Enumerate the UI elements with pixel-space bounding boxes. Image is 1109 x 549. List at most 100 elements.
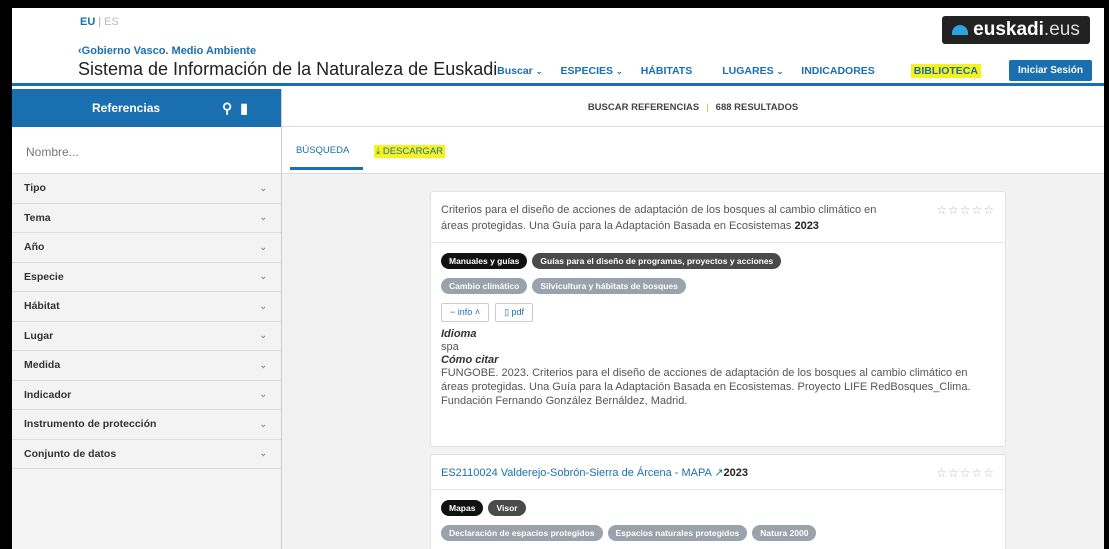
- logo-text: euskadi: [973, 19, 1044, 40]
- chevron-down-icon: ⌄: [259, 271, 267, 282]
- tag-chip[interactable]: Manuales y guías: [441, 253, 528, 269]
- pdf-button-label: pdf: [511, 307, 525, 317]
- external-link-icon[interactable]: ↗: [714, 467, 723, 479]
- filter-item[interactable]: Indicador ⌄: [12, 381, 281, 410]
- tag-chip[interactable]: Visor: [488, 500, 526, 516]
- minus-icon: −: [450, 307, 456, 317]
- chevron-down-icon: ⌄: [259, 389, 267, 400]
- result-card: ES2110024 Valderejo-Sobrón-Sierra de Árc…: [430, 454, 1006, 549]
- tag-chip[interactable]: Cambio climático: [441, 278, 528, 294]
- chevron-down-icon: ⌄: [259, 359, 267, 370]
- filter-item[interactable]: Hábitat ⌄: [12, 292, 281, 322]
- tag-chip[interactable]: Declaración de espacios protegidos: [441, 525, 603, 541]
- site-title[interactable]: Sistema de Información de la Naturaleza …: [78, 59, 497, 80]
- chevron-down-icon: ⌄: [259, 182, 267, 193]
- chip-row: Manuales y guías Guías para el diseño de…: [441, 253, 995, 272]
- chip-row: Declaración de espacios protegidos Espac…: [441, 525, 995, 544]
- euskadi-logo[interactable]: euskadi .eus: [942, 16, 1090, 44]
- card-title[interactable]: ES2110024 Valderejo-Sobrón-Sierra de Árc…: [441, 467, 711, 479]
- rating-stars[interactable]: ☆☆☆☆☆: [936, 465, 995, 481]
- filter-label: Conjunto de datos: [24, 447, 117, 460]
- browser-frame: EU | ES ‹Gobierno Vasco. Medio Ambiente Si…: [12, 8, 1104, 549]
- card-year: 2023: [723, 467, 749, 479]
- lang-eu-link[interactable]: EU: [80, 16, 95, 28]
- site-header: EU | ES ‹Gobierno Vasco. Medio Ambiente Si…: [12, 8, 1104, 86]
- sidebar-header: Referencias ⚲▮: [12, 89, 281, 127]
- card-actions: − info ˄ ▯ pdf: [441, 303, 995, 322]
- search-icon[interactable]: ⚲: [222, 100, 240, 116]
- tab-descargar-label: DESCARGAR: [382, 146, 444, 157]
- filter-label: Año: [24, 241, 45, 254]
- chevron-down-icon: ⌄: [259, 448, 267, 459]
- filter-label: Hábitat: [24, 300, 60, 313]
- chevron-down-icon: ⌄: [259, 330, 267, 341]
- tab-busqueda[interactable]: BÚSQUEDA: [290, 145, 364, 170]
- nav-buscar-label: Buscar: [497, 64, 533, 77]
- filter-item[interactable]: Tipo ⌄: [12, 174, 281, 204]
- logo-suffix: .eus: [1043, 19, 1080, 40]
- citar-label: Cómo citar: [441, 354, 499, 366]
- nav-buscar[interactable]: Buscar ⌄: [497, 65, 542, 77]
- results-count: 688 RESULTADOS: [715, 102, 799, 113]
- filter-label: Instrumento de protección: [24, 418, 157, 431]
- trash-icon[interactable]: ▮: [240, 100, 256, 116]
- filter-item[interactable]: Lugar ⌄: [12, 322, 281, 351]
- file-icon: ▯: [504, 307, 510, 317]
- card-body: Manuales y guías Guías para el diseño de…: [431, 243, 1005, 418]
- filter-list: Tipo ⌄ Tema ⌄ Año ⌄ Especie ⌄ Hábitat ⌄ Lugar ⌄ Medi…: [12, 174, 281, 469]
- tag-chip[interactable]: Natura 2000: [752, 525, 817, 541]
- sidebar-empty-space: [12, 469, 281, 549]
- filter-item[interactable]: Año ⌄: [12, 233, 281, 263]
- chevron-down-icon: ⌄: [259, 212, 267, 223]
- sidebar-search: [12, 127, 281, 174]
- login-button[interactable]: Iniciar Sesión: [1008, 60, 1092, 81]
- info-button[interactable]: − info ˄: [441, 303, 490, 322]
- tab-descargar[interactable]: ⤓ DESCARGAR: [374, 145, 446, 158]
- chevron-down-icon: ⌄: [535, 66, 543, 76]
- name-search-input[interactable]: [26, 145, 267, 159]
- nav-especies[interactable]: ESPECIES ⌄: [560, 65, 622, 77]
- chip-row: Cambio climático Silvicultura y hábitats…: [441, 278, 995, 297]
- logo-icon: [952, 25, 969, 35]
- lang-es-link[interactable]: ES: [104, 16, 119, 28]
- result-card: Criterios para el diseño de acciones de …: [430, 191, 1006, 447]
- info-button-label: info: [457, 307, 473, 317]
- nav-lugares[interactable]: LUGARES ⌄: [722, 65, 783, 77]
- lang-separator: |: [98, 16, 102, 28]
- citar-value: FUNGOBE. 2023. Criterios para el diseño …: [441, 367, 971, 407]
- tag-chip[interactable]: Silvicultura y hábitats de bosques: [532, 278, 686, 294]
- main-content: BUSCAR REFERENCIAS | 688 RESULTADOS BÚSQ…: [282, 89, 1104, 549]
- filter-label: Especie: [24, 270, 64, 283]
- filter-item[interactable]: Especie ⌄: [12, 263, 281, 292]
- filter-label: Medida: [24, 359, 61, 372]
- filter-item[interactable]: Instrumento de protección ⌄: [12, 410, 281, 440]
- tag-chip[interactable]: Espacios naturales protegidos: [607, 525, 748, 541]
- filter-item[interactable]: Medida ⌄: [12, 351, 281, 381]
- results-bar: BUSCAR REFERENCIAS | 688 RESULTADOS: [282, 89, 1104, 127]
- nav-indicadores[interactable]: INDICADORES: [801, 65, 875, 77]
- sidebar-title: Referencias: [92, 101, 161, 115]
- tag-chip[interactable]: Mapas: [441, 500, 484, 516]
- nav-habitats[interactable]: HÁBITATS: [641, 65, 693, 77]
- tag-chip[interactable]: Guías para el diseño de programas, proye…: [532, 253, 782, 269]
- nav-especies-label: ESPECIES: [560, 64, 613, 77]
- chevron-down-icon: ⌄: [776, 66, 784, 76]
- idioma-label: Idioma: [441, 328, 477, 340]
- card-title-wrap: Criterios para el diseño de acciones de …: [441, 202, 995, 234]
- chip-row: Mapas Visor: [441, 500, 995, 519]
- filter-label: Indicador: [24, 388, 72, 401]
- pdf-button[interactable]: ▯ pdf: [495, 303, 534, 322]
- back-link[interactable]: ‹Gobierno Vasco. Medio Ambiente: [78, 45, 256, 57]
- filter-label: Tema: [24, 211, 51, 224]
- nav-biblioteca[interactable]: BIBLIOTECA: [910, 63, 981, 78]
- filter-item[interactable]: Conjunto de datos ⌄: [12, 440, 281, 469]
- filter-item[interactable]: Tema ⌄: [12, 204, 281, 233]
- filter-label: Lugar: [24, 329, 54, 342]
- download-icon: ⤓: [376, 146, 381, 157]
- idioma-value: spa: [441, 341, 459, 353]
- language-switcher: EU | ES: [80, 16, 119, 28]
- chevron-down-icon: ⌄: [616, 66, 623, 76]
- sidebar: Referencias ⚲▮ Tipo⌄Tema⌄Año⌄Especie⌄Háb…: [12, 89, 282, 549]
- results-separator: |: [706, 102, 709, 113]
- rating-stars[interactable]: ☆☆☆☆☆: [936, 202, 995, 218]
